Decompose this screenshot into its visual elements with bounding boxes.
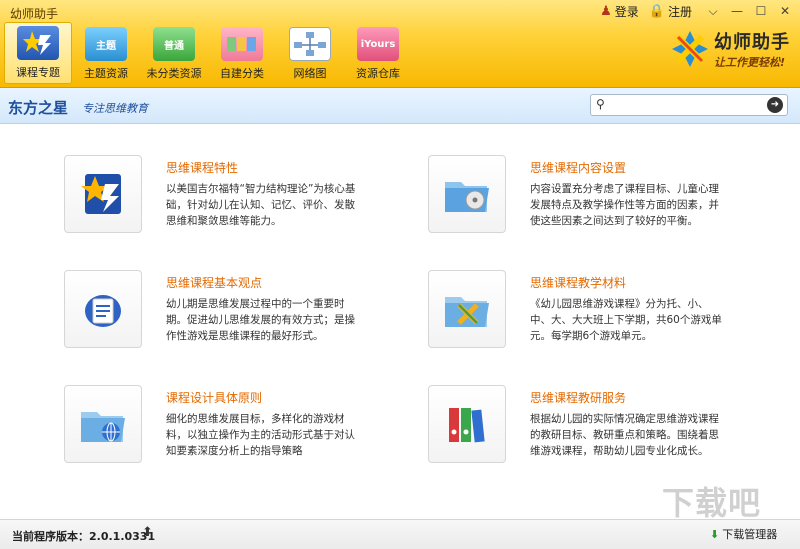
tool-badge: 普通	[164, 40, 184, 52]
brand-slogan: 让工作更轻松!	[714, 56, 786, 69]
close-button[interactable]: ✕	[774, 2, 796, 20]
card-description: 细化的思维发展目标，多样化的游戏材料，以独立操作为主的活动形式基于对认知要素深度…	[166, 413, 355, 457]
card-title: 思维课程教研服务	[530, 391, 627, 405]
brand-name: 幼师助手	[714, 32, 790, 53]
register-label: 注册	[667, 4, 692, 19]
resource-bag-icon: iYours	[357, 27, 399, 61]
brand: 幼师助手 让工作更轻松!	[670, 28, 790, 70]
lock-icon: 🔒	[648, 3, 665, 19]
network-diagram-icon	[289, 27, 331, 61]
tool-label: 网络图	[293, 67, 327, 80]
watermark-logo: 下载吧	[662, 484, 762, 522]
download-icon: ⬇	[710, 527, 720, 541]
folder-globe-icon	[64, 385, 142, 463]
brand-logo-icon	[670, 29, 710, 69]
search-box: ⚲ ➜	[590, 94, 788, 116]
tool-label: 未分类资源	[146, 67, 202, 80]
tool-custom-category[interactable]: 自建分类	[208, 22, 276, 84]
card-title: 课程设计具体原则	[166, 391, 263, 405]
star-course-icon	[64, 155, 142, 233]
card-course-design-principles[interactable]: 课程设计具体原则 细化的思维发展目标，多样化的游戏材料，以独立操作为主的活动形式…	[64, 385, 404, 465]
card-teaching-research-service[interactable]: 思维课程教研服务 根据幼儿园的实际情况确定思维游戏课程的教研目标、教研重点和策略…	[428, 385, 768, 465]
uncategorized-folder-icon: 普通	[153, 27, 195, 61]
window-title: 幼师助手	[10, 7, 59, 21]
document-chat-icon	[64, 270, 142, 348]
card-description: 内容设置充分考虑了课程目标、儿童心理发展特点及教学操作性等方面的因素，并使这些因…	[530, 183, 719, 227]
main-toolbar: 课程专题 主题 主题资源 普通 未分类资源 自建分类 网络图 iYours 资源…	[4, 22, 412, 84]
custom-category-icon	[221, 27, 263, 61]
card-thinking-course-features[interactable]: 思维课程特性 以美国吉尔福特“智力结构理论”为核心基础，针对幼儿在认知、记忆、评…	[64, 155, 404, 235]
tool-label: 资源仓库	[356, 67, 400, 80]
login-label: 登录	[614, 4, 639, 19]
register-link[interactable]: 🔒 注册	[649, 3, 692, 20]
tool-badge: iYours	[360, 38, 396, 50]
download-manager-label: 下载管理器	[722, 528, 778, 541]
card-thinking-course-content[interactable]: 思维课程内容设置 内容设置充分考虑了课程目标、儿童心理发展特点及教学操作性等方面…	[428, 155, 768, 235]
download-manager-button[interactable]: ⬇ 下载管理器	[710, 526, 777, 542]
menu-dropdown-button[interactable]: ⌵	[702, 2, 724, 20]
search-go-icon[interactable]: ➜	[767, 97, 783, 113]
search-input[interactable]	[611, 97, 761, 113]
card-description: 根据幼儿园的实际情况确定思维游戏课程的教研目标、教研重点和策略。围绕着思维游戏课…	[530, 413, 719, 457]
card-title: 思维课程内容设置	[530, 161, 627, 175]
tool-label: 自建分类	[220, 67, 264, 80]
card-description: 《幼儿园思维游戏课程》分为托、小、中、大、大大班上下学期，共60个游戏单元。每学…	[530, 298, 722, 342]
tool-course-topics[interactable]: 课程专题	[4, 22, 72, 84]
folder-x-icon	[428, 270, 506, 348]
tool-label: 课程专题	[16, 66, 60, 79]
status-bar: 当前程序版本：2.0.1.0331 ⬆ ⬇ 下载管理器	[0, 519, 800, 549]
login-link[interactable]: ♟ 登录	[600, 3, 639, 20]
user-icon: ♟	[600, 3, 612, 19]
tool-theme-resources[interactable]: 主题 主题资源	[72, 22, 140, 84]
theme-folder-icon: 主题	[85, 27, 127, 61]
version-label: 当前程序版本：2.0.1.0331	[12, 530, 156, 543]
folder-disc-icon	[428, 155, 506, 233]
card-thinking-course-viewpoints[interactable]: 思维课程基本观点 幼儿期是思维发展过程中的一个重要时期。促进幼儿思维发展的有效方…	[64, 270, 404, 350]
update-arrow-icon[interactable]: ⬆	[142, 525, 153, 540]
search-icon: ⚲	[596, 97, 605, 111]
tool-label: 主题资源	[84, 67, 128, 80]
banner-logo: 东方之星	[8, 99, 69, 117]
card-title: 思维课程基本观点	[166, 276, 263, 290]
card-title: 思维课程特性	[166, 161, 239, 175]
star-course-icon	[17, 26, 59, 60]
card-thinking-course-materials[interactable]: 思维课程教学材料 《幼儿园思维游戏课程》分为托、小、中、大、大大班上下学期，共6…	[428, 270, 768, 350]
minimize-button[interactable]: —	[726, 2, 748, 20]
tool-network-diagram[interactable]: 网络图	[276, 22, 344, 84]
window-controls: ♟ 登录 🔒 注册 ⌵ — ☐ ✕	[600, 2, 796, 20]
tool-uncategorized[interactable]: 普通 未分类资源	[140, 22, 208, 84]
tool-resource-warehouse[interactable]: iYours 资源仓库	[344, 22, 412, 84]
binders-icon	[428, 385, 506, 463]
card-description: 幼儿期是思维发展过程中的一个重要时期。促进幼儿思维发展的有效方式；是操作性游戏是…	[166, 298, 355, 342]
tool-badge: 主题	[96, 40, 116, 52]
card-description: 以美国吉尔福特“智力结构理论”为核心基础，针对幼儿在认知、记忆、评价、发散思维和…	[166, 183, 356, 227]
maximize-button[interactable]: ☐	[750, 2, 772, 20]
card-title: 思维课程教学材料	[530, 276, 627, 290]
title-toolbar-area: 幼师助手 ♟ 登录 🔒 注册 ⌵ — ☐ ✕ 课程专题 主题 主题资源 普通 未…	[0, 0, 800, 88]
banner-slogan: 专注思维教育	[82, 102, 148, 115]
